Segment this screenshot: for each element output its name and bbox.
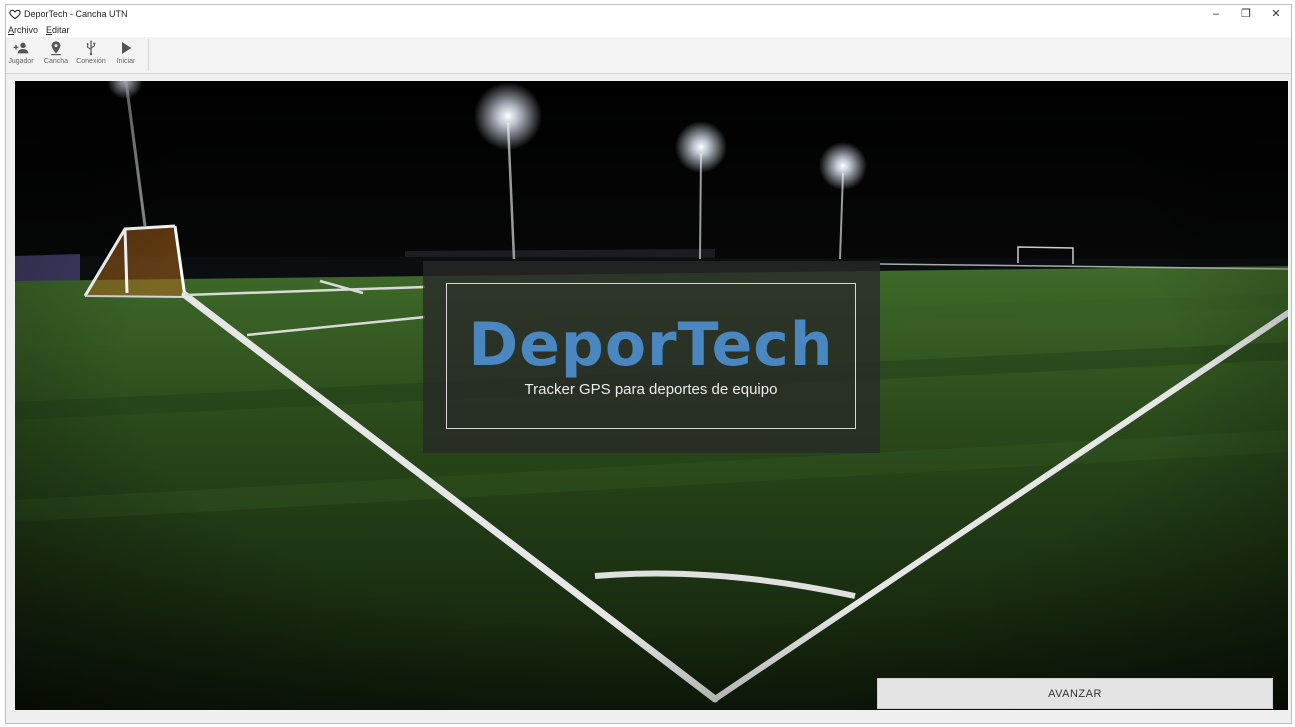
hero-frame: DeporTech Tracker GPS para deportes de e… [446,283,856,429]
toolbar-label: Iniciar [116,58,136,65]
hero-panel: DeporTech Tracker GPS para deportes de e… [423,261,880,453]
heart-logo-icon [8,7,22,21]
main-content: DeporTech Tracker GPS para deportes de e… [15,81,1288,710]
hero-subtitle: Tracker GPS para deportes de equipo [524,380,778,398]
window-title: DeporTech - Cancha UTN [24,8,128,19]
title-bar[interactable]: DeporTech - Cancha UTN – ❐ ✕ [6,5,1291,22]
restore-button[interactable]: ❐ [1231,5,1261,22]
toolbar-jugador-button[interactable]: Jugador [8,37,34,71]
add-user-icon [13,42,29,54]
avanzar-button[interactable]: AVANZAR [877,678,1273,709]
menu-archivo[interactable]: Archivo [8,25,38,35]
menu-editar[interactable]: Editar [46,25,70,35]
minimize-button[interactable]: – [1201,5,1231,22]
toolbar-label: Conexión [76,58,106,65]
toolbar: Jugador Cancha Conexión Iniciar [6,37,1291,74]
play-icon [122,42,132,54]
window-controls: – ❐ ✕ [1201,5,1291,22]
close-button[interactable]: ✕ [1261,5,1291,22]
toolbar-conexion-button[interactable]: Conexión [76,37,106,71]
toolbar-label: Jugador [8,58,34,65]
toolbar-iniciar-button[interactable]: Iniciar [113,37,139,71]
toolbar-label: Cancha [43,58,69,65]
location-pin-icon [51,41,61,56]
hero-title: DeporTech [468,309,834,380]
usb-icon [86,40,96,56]
app-window: DeporTech - Cancha UTN – ❐ ✕ Archivo Edi… [5,4,1292,724]
toolbar-cancha-button[interactable]: Cancha [43,37,69,71]
menu-bar: Archivo Editar [6,22,1291,37]
toolbar-divider [148,39,149,71]
